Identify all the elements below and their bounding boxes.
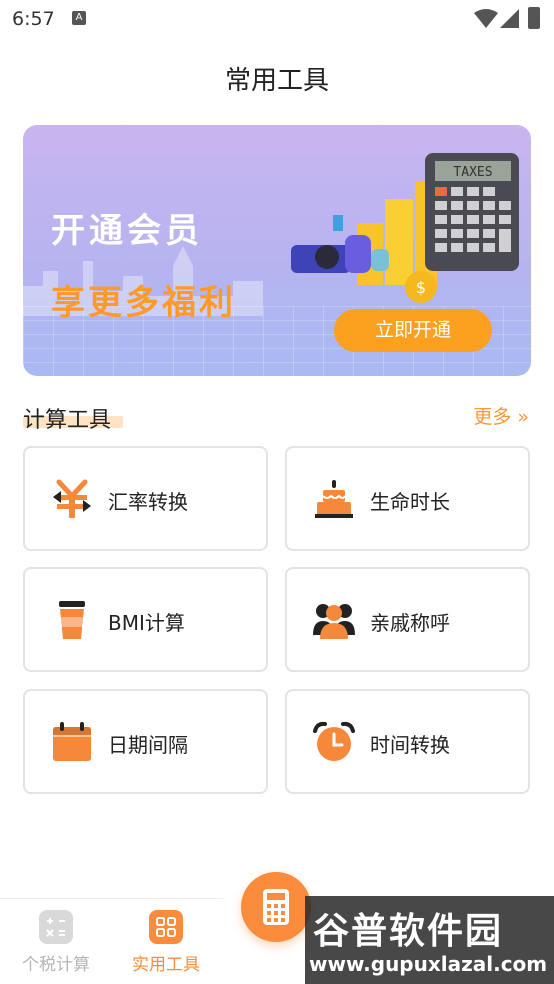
- calculator-illustration: $ TAXES: [291, 153, 519, 303]
- watermark-title: 谷普软件园: [313, 911, 504, 952]
- status-time: 6:57: [12, 8, 55, 30]
- tool-card-date-interval[interactable]: 日期间隔: [23, 689, 268, 794]
- tax-calc-icon: [39, 910, 73, 944]
- cup-icon: [59, 601, 85, 639]
- svg-text:$: $: [416, 278, 426, 297]
- battery-icon: [528, 7, 540, 29]
- birthday-cake-icon: [315, 480, 353, 518]
- currency-exchange-icon: [53, 479, 91, 518]
- tool-card-label: 时间转换: [370, 733, 450, 757]
- calendar-icon: [53, 722, 91, 761]
- people-icon: [313, 604, 355, 639]
- banner-subheadline: 享更多福利: [51, 283, 236, 323]
- tab-label: 实用工具: [132, 955, 200, 975]
- tool-card-time-conversion[interactable]: 时间转换: [285, 689, 530, 794]
- tool-card-label: 汇率转换: [108, 490, 188, 514]
- more-link[interactable]: 更多 »: [473, 402, 529, 429]
- tool-card-relatives[interactable]: 亲戚称呼: [285, 567, 530, 672]
- tool-card-life-duration[interactable]: 生命时长: [285, 446, 530, 551]
- tool-card-label: BMI计算: [108, 611, 185, 635]
- status-bar: 6:57 A: [0, 0, 554, 40]
- notification-icon: A: [72, 11, 86, 25]
- tab-label: 个税计算: [22, 955, 90, 975]
- calculator-screen-text: TAXES: [453, 165, 492, 180]
- calculator-fab-button[interactable]: [241, 872, 311, 942]
- page-title: 常用工具: [224, 66, 329, 96]
- tool-card-label: 生命时长: [370, 490, 450, 514]
- watermark-url: www.gupuxlazal.com: [309, 952, 548, 976]
- activate-membership-button[interactable]: 立即开通: [334, 309, 492, 352]
- tool-card-currency-exchange[interactable]: 汇率转换: [23, 446, 268, 551]
- signal-icon: [500, 9, 519, 28]
- section-title: 计算工具: [23, 408, 112, 433]
- membership-banner[interactable]: 开通会员 享更多福利 $ TAXES 立即开通: [23, 125, 531, 376]
- banner-headline: 开通会员: [51, 211, 203, 251]
- section-header: 计算工具 更多 »: [23, 400, 531, 434]
- tool-card-label: 日期间隔: [108, 733, 188, 757]
- tab-practical-tools[interactable]: 实用工具: [116, 910, 216, 975]
- wifi-icon: [474, 9, 498, 28]
- tool-card-bmi[interactable]: BMI计算: [23, 567, 268, 672]
- tools-grid-icon: [149, 910, 183, 944]
- watermark: 谷普软件园 www.gupuxlazal.com: [305, 896, 554, 984]
- tool-card-label: 亲戚称呼: [370, 611, 450, 635]
- alarm-clock-icon: [313, 721, 355, 761]
- calculator-icon: [263, 889, 289, 925]
- tab-tax-calc[interactable]: 个税计算: [6, 910, 106, 975]
